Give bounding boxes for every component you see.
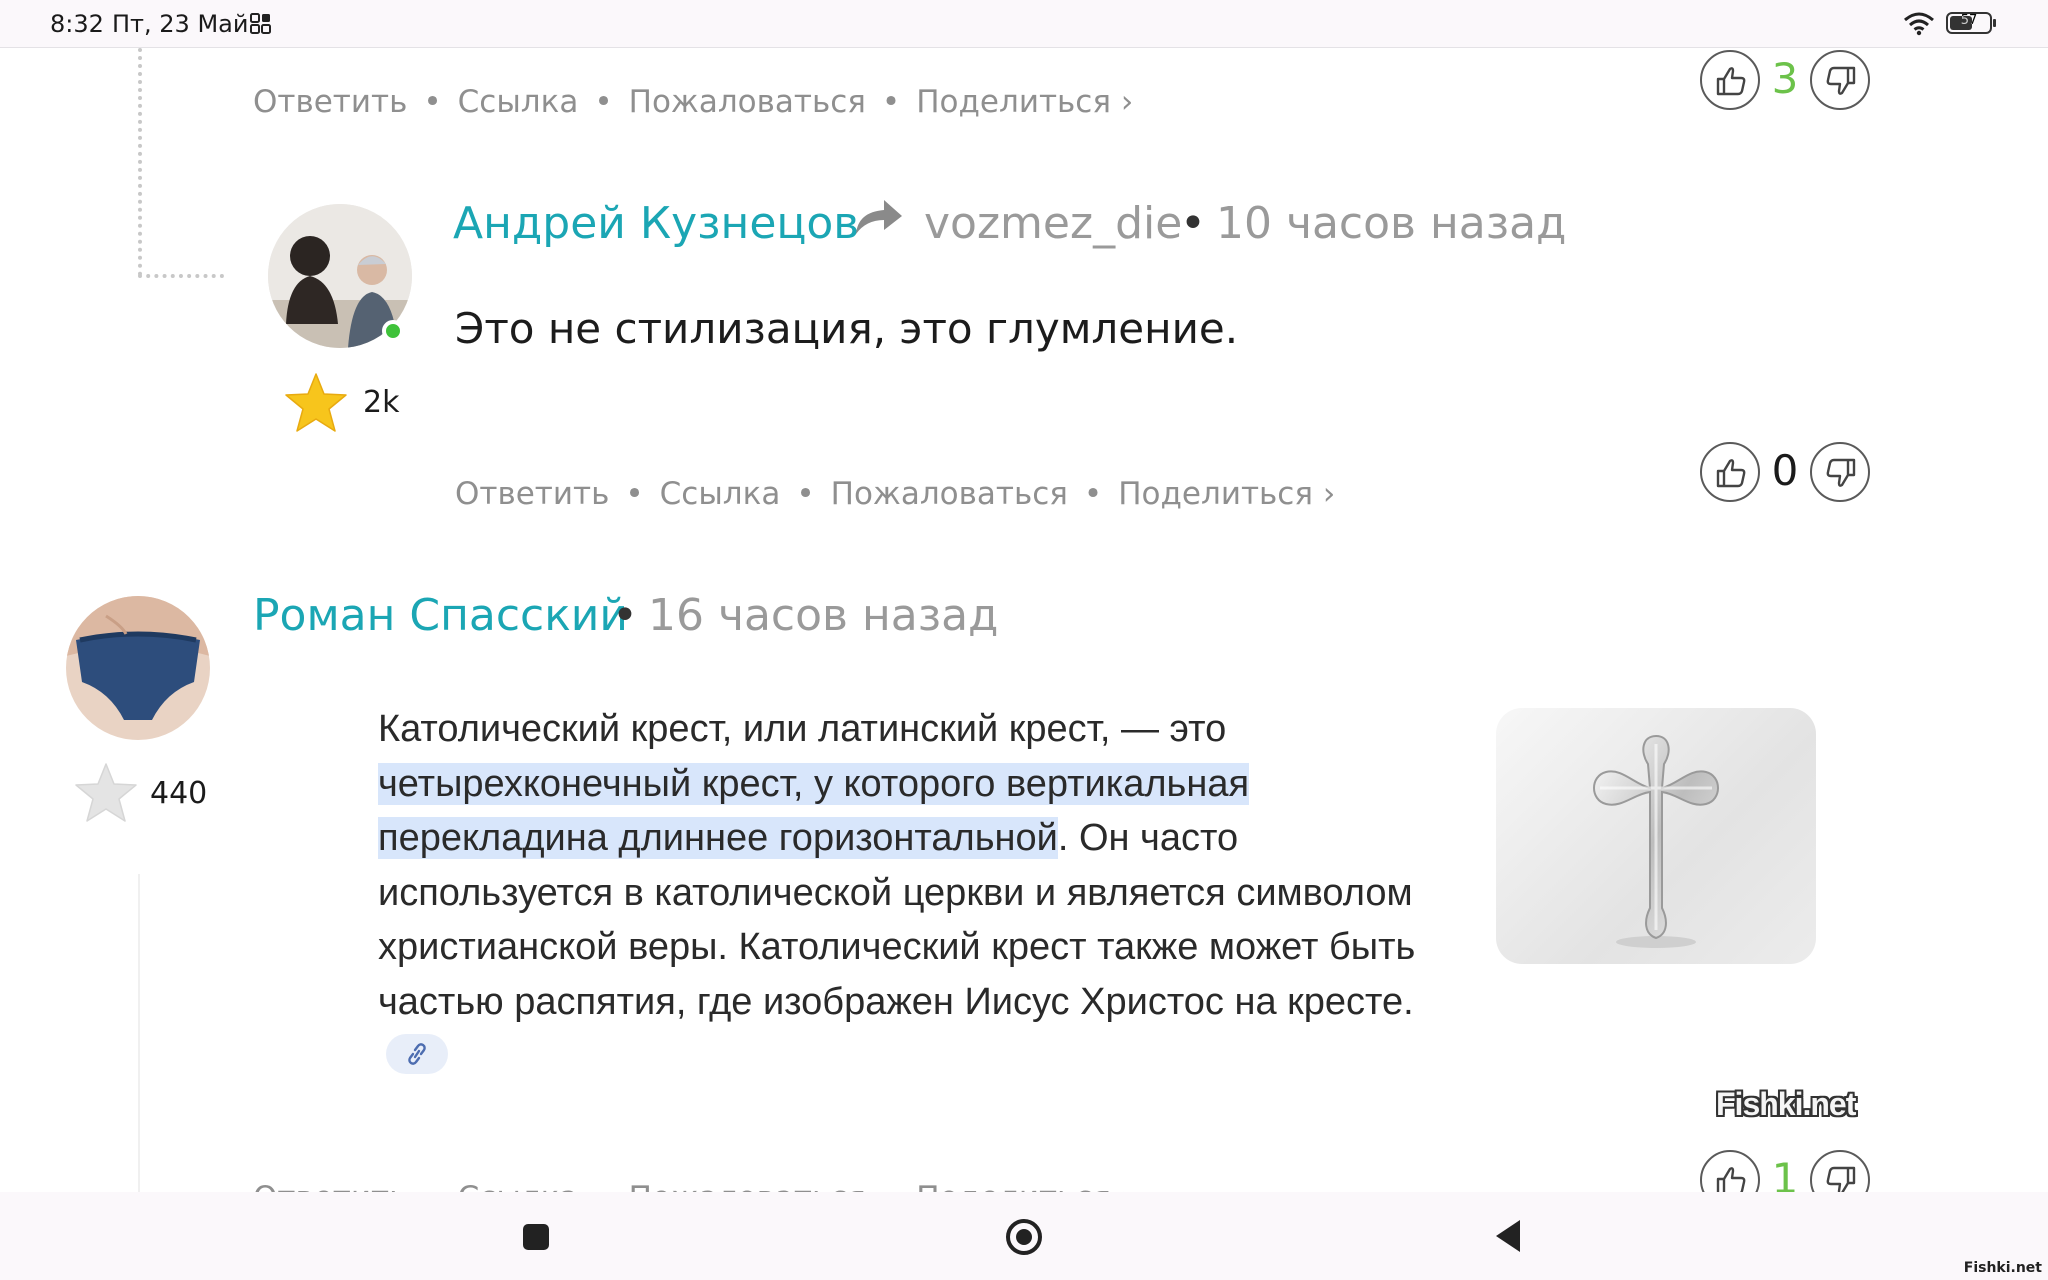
upvote-button[interactable] <box>1700 442 1760 502</box>
status-time: 8:32 <box>50 10 104 38</box>
vote-widget: 3 <box>1700 50 1870 112</box>
thumbs-up-icon <box>1716 67 1746 96</box>
user-rating: 2k <box>363 385 400 420</box>
reply-link[interactable]: Ответить <box>253 84 407 120</box>
status-date: Пт, 23 Май <box>112 10 249 38</box>
link-icon <box>408 1043 426 1065</box>
upvote-button[interactable] <box>1700 50 1760 110</box>
comment-time: 16 часов назад <box>648 590 999 641</box>
avatar-photo <box>66 596 210 740</box>
downvote-button[interactable] <box>1810 50 1870 110</box>
thumbs-up-icon <box>1716 459 1746 488</box>
permalink-link[interactable]: Ссылка <box>660 476 781 512</box>
back-button[interactable] <box>1496 1220 1520 1252</box>
home-button[interactable] <box>1006 1219 1042 1255</box>
downvote-button[interactable] <box>1810 442 1870 502</box>
reply-link[interactable]: Ответить <box>455 476 609 512</box>
thread-line-main <box>138 874 140 1192</box>
battery-level: 57 <box>1960 13 1978 28</box>
share-link[interactable]: Поделиться › <box>916 84 1133 120</box>
embedded-screenshot-text: Католический крест, или латинский крест,… <box>378 702 1468 1084</box>
corner-watermark: Fishki.net <box>1963 1260 2042 1276</box>
thread-line-horizontal <box>138 274 224 278</box>
comment-author[interactable]: Андрей Кузнецов <box>453 198 859 249</box>
online-indicator <box>382 320 404 342</box>
thread-line-vertical <box>138 48 142 276</box>
share-link[interactable]: Поделиться › <box>1118 476 1335 512</box>
reply-to-user[interactable]: vozmez_die <box>924 198 1182 249</box>
fishki-watermark: Fishki.net <box>1716 1086 1856 1122</box>
report-link[interactable]: Пожаловаться <box>831 476 1068 512</box>
reply-to-icon <box>856 200 902 234</box>
cross-icon <box>1593 734 1719 948</box>
vote-widget: 0 <box>1700 442 1870 504</box>
comment-author[interactable]: Роман Спасский <box>253 590 628 641</box>
battery-icon: 57 <box>1946 12 1996 34</box>
recent-apps-button[interactable] <box>523 1224 549 1250</box>
wifi-icon <box>1904 12 1934 36</box>
cross-image <box>1496 708 1816 964</box>
widgets-icon <box>250 13 271 34</box>
comment-text: Это не стилизация, это глумление. <box>455 304 1239 353</box>
thumbs-down-icon <box>1826 458 1856 487</box>
star-icon <box>285 373 347 432</box>
star-icon <box>75 763 137 822</box>
avatar[interactable] <box>66 596 210 740</box>
link-chip <box>386 1033 448 1074</box>
user-rating: 440 <box>150 776 208 811</box>
meta-separator: • <box>1180 198 1206 249</box>
comment-actions: Ответить•Ссылка•Пожаловаться•Поделиться … <box>253 84 1134 120</box>
comment-actions: Ответить•Ссылка•Пожаловаться•Поделиться … <box>455 476 1336 512</box>
permalink-link[interactable]: Ссылка <box>458 84 579 120</box>
comment-time: 10 часов назад <box>1216 198 1567 249</box>
status-bar: 8:32 Пт, 23 Май 57 <box>0 0 2048 48</box>
vote-count: 0 <box>1771 446 1799 495</box>
navigation-bar: Fishki.net <box>0 1192 2048 1280</box>
meta-separator: • <box>612 590 638 641</box>
report-link[interactable]: Пожаловаться <box>629 84 866 120</box>
thumbs-down-icon <box>1826 66 1856 95</box>
vote-count: 3 <box>1771 54 1799 103</box>
